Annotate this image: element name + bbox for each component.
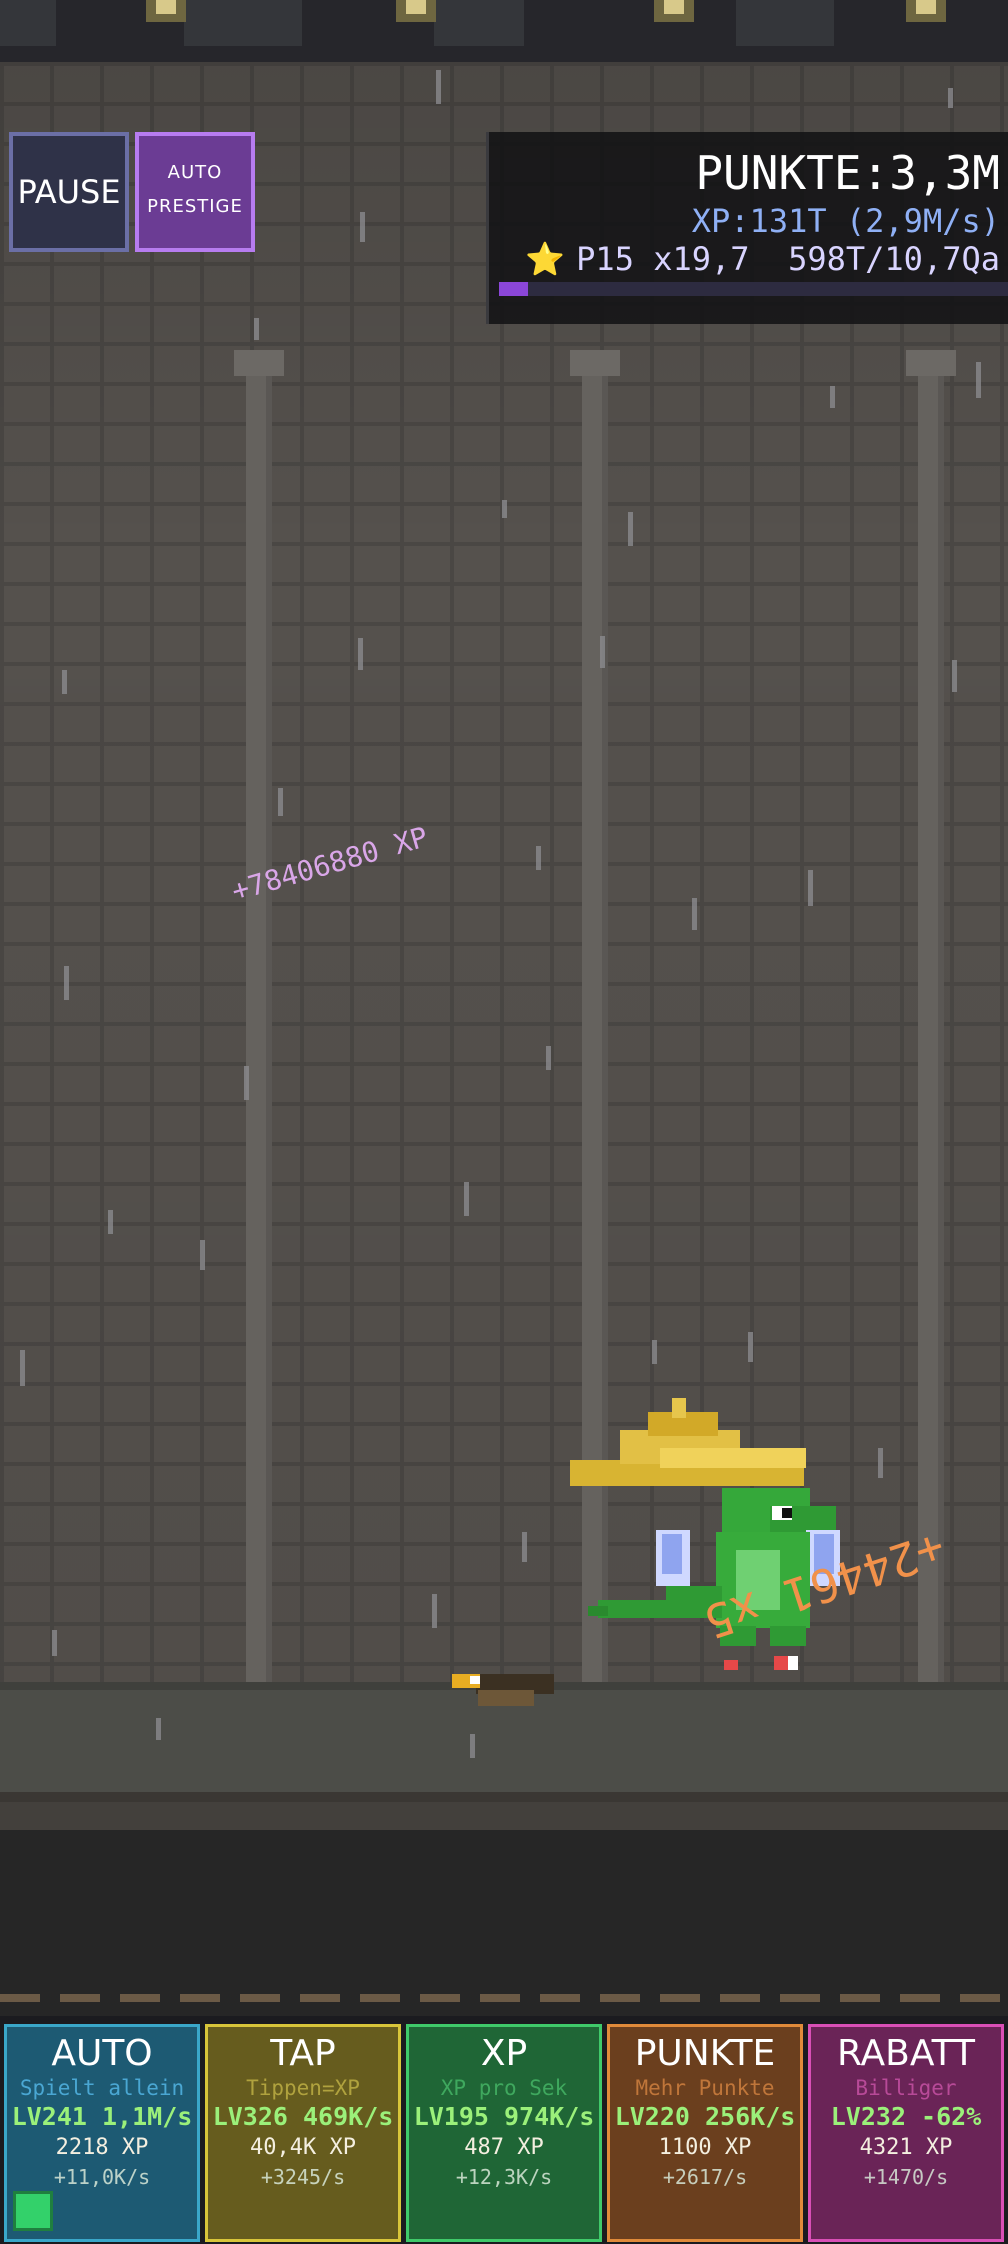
upgrade-cost: 2218 XP (55, 2135, 149, 2160)
rain-drop (64, 966, 69, 1000)
auto-prestige-button[interactable]: AUTO PRESTIGE (135, 132, 255, 252)
upgrade-level: LV220 256K/s (614, 2102, 796, 2131)
upgrade-cost: 487 XP (464, 2135, 544, 2160)
upgrade-level: LV195 974K/s (413, 2102, 595, 2131)
upgrade-level: LV326 469K/s (212, 2102, 394, 2131)
rain-drop (20, 1350, 25, 1386)
rain-drop (358, 638, 363, 670)
rain-drop (948, 88, 953, 108)
rain-drop (108, 1210, 113, 1234)
ceiling-lamp (906, 0, 946, 22)
upgrade-desc: Mehr Punkte (635, 2076, 775, 2100)
game-scene[interactable]: +78406880 XP +24461 x5 PAUSE AUTO PRESTI… (0, 0, 1008, 2244)
rain-drop (536, 846, 541, 870)
lane-markings (0, 1994, 1008, 2002)
rain-drop (436, 70, 441, 104)
upgrade-level: LV241 1,1M/s (11, 2102, 193, 2131)
rain-drop (432, 1594, 437, 1628)
rain-drop (360, 212, 365, 242)
prestige-progress-bar (499, 282, 1008, 296)
rain-drop (200, 1240, 205, 1270)
upgrade-desc: Tippen=XP (246, 2076, 360, 2100)
upgrade-desc: XP pro Sek (440, 2076, 568, 2100)
rain-drop (522, 1532, 527, 1562)
rain-drop (464, 1182, 469, 1216)
ceiling-lamp (396, 0, 436, 22)
cornice-block (434, 0, 524, 46)
upgrade-level: LV232 -62% (830, 2102, 982, 2131)
wall-pillar (906, 350, 956, 1708)
prestige-info: P15 x19,7 598T/10,7Qa (576, 240, 1000, 278)
auto-prestige-label-line1: AUTO (167, 162, 223, 183)
upgrade-desc: Spielt allein (19, 2076, 185, 2100)
rain-drop (976, 362, 981, 398)
upgrade-card-rabatt[interactable]: RABATT Billiger LV232 -62% 4321 XP +1470… (808, 2024, 1004, 2242)
ceiling-lamp (146, 0, 186, 22)
rain-drop (878, 1448, 883, 1478)
upgrade-rate: +11,0K/s (53, 2165, 151, 2189)
rain-drop (692, 898, 697, 930)
rain-drop (652, 1340, 657, 1364)
upgrade-rate: +1470/s (863, 2165, 949, 2189)
rain-drop (52, 1630, 57, 1656)
upgrade-card-auto[interactable]: AUTO Spielt allein LV241 1,1M/s 2218 XP … (4, 2024, 200, 2242)
stats-panel: PUNKTE:3,3M XP:131T (2,9M/s) ⭐ P15 x19,7… (486, 132, 1008, 324)
ceiling-cornice (0, 0, 1008, 62)
score-value: PUNKTE:3,3M (695, 146, 1000, 200)
upgrade-bar: AUTO Spielt allein LV241 1,1M/s 2218 XP … (0, 2016, 1008, 2244)
upgrade-title: AUTO (51, 2033, 153, 2074)
rain-drop (830, 386, 835, 408)
upgrade-rate: +2617/s (662, 2165, 748, 2189)
rain-drop (278, 788, 283, 816)
rain-drop (244, 1066, 249, 1100)
rain-drop (254, 318, 259, 340)
upgrade-desc: Billiger (855, 2076, 957, 2100)
upgrade-card-punkte[interactable]: PUNKTE Mehr Punkte LV220 256K/s 1100 XP … (607, 2024, 803, 2242)
upgrade-title: PUNKTE (634, 2033, 776, 2074)
cornice-block (184, 0, 302, 46)
upgrade-title: RABATT (836, 2033, 976, 2074)
xp-value: XP:131T (2,9M/s) (691, 202, 1000, 240)
ceiling-lamp (654, 0, 694, 22)
rain-drop (546, 1046, 551, 1070)
pause-button[interactable]: PAUSE (9, 132, 129, 252)
rain-drop (600, 636, 605, 668)
upgrade-card-xp[interactable]: XP XP pro Sek LV195 974K/s 487 XP +12,3K… (406, 2024, 602, 2242)
wall-pillar (234, 350, 284, 1708)
rain-drop (748, 1332, 753, 1362)
prestige-star-icon: ⭐ (525, 240, 565, 278)
cornice-block (0, 0, 56, 46)
upgrade-cost: 4321 XP (859, 2135, 953, 2160)
prestige-progress-fill (499, 282, 528, 296)
rain-drop (470, 1734, 475, 1758)
rain-drop (502, 500, 507, 518)
curb (0, 1792, 1008, 1830)
rain-drop (156, 1718, 161, 1740)
auto-active-indicator (13, 2191, 53, 2231)
auto-prestige-label-line2: PRESTIGE (147, 196, 243, 217)
upgrade-title: XP (480, 2033, 528, 2074)
upgrade-cost: 1100 XP (658, 2135, 752, 2160)
upgrade-cost: 40,4K XP (250, 2135, 356, 2160)
upgrade-rate: +3245/s (260, 2165, 346, 2189)
road (0, 1830, 1008, 2020)
rain-drop (952, 660, 957, 692)
rain-drop (62, 670, 67, 694)
cornice-block (736, 0, 834, 46)
upgrade-title: TAP (270, 2033, 336, 2074)
rain-drop (808, 870, 813, 906)
upgrade-rate: +12,3K/s (455, 2165, 553, 2189)
upgrade-card-tap[interactable]: TAP Tippen=XP LV326 469K/s 40,4K XP +324… (205, 2024, 401, 2242)
rain-drop (628, 512, 633, 546)
